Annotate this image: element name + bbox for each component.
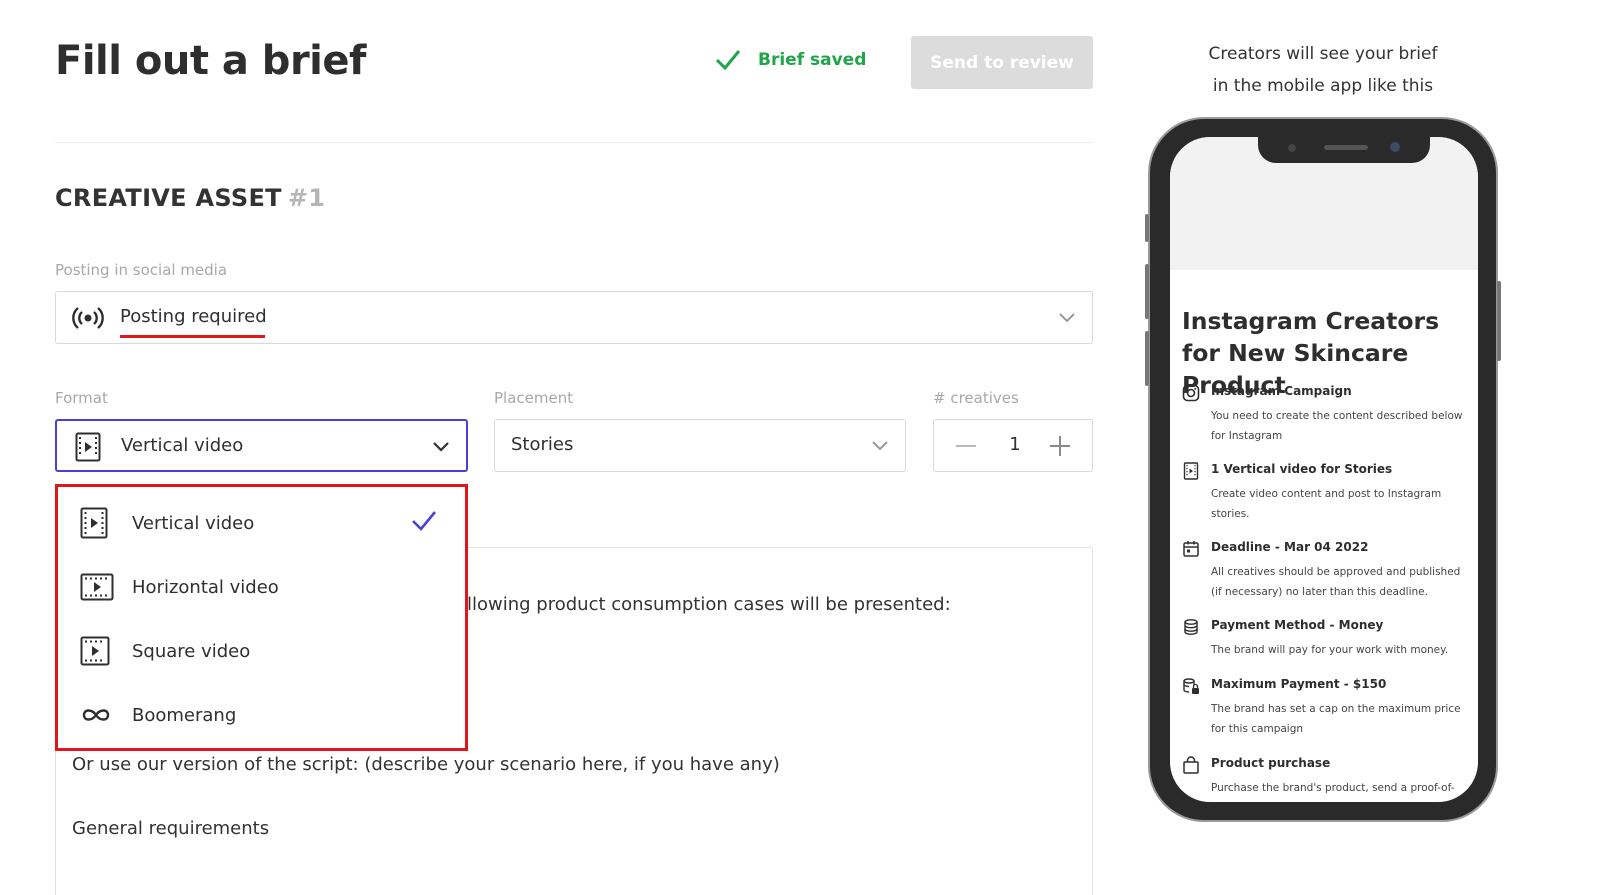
description-line: llowing product consumption cases will b… bbox=[467, 594, 951, 615]
infinity-icon bbox=[82, 709, 110, 721]
placement-label: Placement bbox=[494, 389, 574, 407]
info-title: Maximum Payment - $150 bbox=[1211, 677, 1387, 691]
phone-side-button bbox=[1145, 214, 1149, 242]
creatives-stepper: 1 bbox=[933, 419, 1093, 472]
calendar-icon bbox=[1183, 541, 1199, 557]
format-option-label: Vertical video bbox=[132, 512, 255, 534]
save-status-text: Brief saved bbox=[758, 50, 867, 70]
info-title: Payment Method - Money bbox=[1211, 618, 1384, 632]
placement-select[interactable]: Stories bbox=[494, 419, 906, 472]
format-option-label: Boomerang bbox=[132, 704, 237, 726]
section-title-text: CREATIVE ASSET bbox=[55, 184, 282, 212]
info-desc: Create video content and post to Instagr… bbox=[1211, 488, 1442, 520]
format-value: Vertical video bbox=[121, 435, 244, 456]
locked-coins-icon bbox=[1183, 678, 1199, 694]
phone-mockup: Instagram Creators for New Skincare Prod… bbox=[1145, 117, 1501, 822]
info-title: Instagram Campaign bbox=[1211, 384, 1352, 398]
placement-value: Stories bbox=[511, 434, 574, 455]
format-label: Format bbox=[55, 389, 108, 407]
info-desc: Purchase the brand's product, send a pro… bbox=[1211, 782, 1455, 794]
vertical-video-icon bbox=[80, 507, 108, 539]
phone-side-button bbox=[1497, 281, 1501, 361]
creatives-label: # creatives bbox=[933, 389, 1019, 407]
format-select[interactable]: Vertical video bbox=[55, 419, 468, 472]
vertical-video-icon bbox=[75, 432, 101, 462]
preview-caption: Creators will see your brief in the mobi… bbox=[1130, 38, 1516, 102]
chevron-down-icon bbox=[433, 442, 449, 452]
format-option-label: Square video bbox=[132, 640, 251, 662]
format-option-boomerang[interactable]: Boomerang bbox=[80, 695, 440, 735]
posting-value: Posting required bbox=[120, 306, 267, 327]
header-divider bbox=[55, 142, 1093, 143]
info-desc: The brand will pay for your work with mo… bbox=[1211, 644, 1449, 656]
posting-select[interactable]: Posting required bbox=[55, 291, 1093, 344]
save-status: Brief saved bbox=[714, 48, 866, 72]
vertical-video-icon bbox=[1183, 462, 1199, 480]
instagram-icon bbox=[1182, 384, 1200, 402]
description-line: Or use our version of the script: (descr… bbox=[72, 754, 780, 775]
preview-caption-line: in the mobile app like this bbox=[1212, 76, 1434, 96]
square-video-icon bbox=[80, 636, 110, 666]
info-desc: The brand has set a cap on the maximum p… bbox=[1211, 703, 1461, 735]
plus-icon[interactable] bbox=[1046, 433, 1074, 459]
coins-icon bbox=[1184, 619, 1198, 635]
preview-caption-line: Creators will see your brief bbox=[1208, 44, 1438, 64]
info-title: Deadline - Mar 04 2022 bbox=[1211, 540, 1369, 554]
shopping-bag-icon bbox=[1183, 756, 1199, 774]
format-option-horizontal-video[interactable]: Horizontal video bbox=[80, 567, 440, 607]
info-title: 1 Vertical video for Stories bbox=[1211, 462, 1393, 476]
minus-icon[interactable] bbox=[952, 434, 980, 458]
chevron-down-icon bbox=[872, 441, 888, 451]
info-desc: All creatives should be approved and pub… bbox=[1211, 566, 1461, 598]
phone-screen: Instagram Creators for New Skincare Prod… bbox=[1170, 137, 1478, 802]
phone-side-button bbox=[1145, 264, 1149, 319]
page-title: Fill out a brief bbox=[55, 38, 366, 84]
broadcast-icon bbox=[72, 307, 104, 329]
description-line: General requirements bbox=[72, 818, 270, 839]
section-number: #1 bbox=[287, 184, 326, 212]
creatives-count: 1 bbox=[1009, 434, 1021, 455]
checkmark-icon bbox=[715, 50, 741, 71]
posting-label: Posting in social media bbox=[55, 261, 228, 279]
format-dropdown-menu: Vertical video Horizontal video Square v… bbox=[55, 484, 468, 751]
section-title: CREATIVE ASSET #1 bbox=[55, 184, 325, 212]
phone-notch bbox=[1258, 137, 1430, 163]
send-to-review-button[interactable]: Send to review bbox=[911, 36, 1093, 89]
info-title: Product purchase bbox=[1211, 756, 1331, 770]
format-option-vertical-video[interactable]: Vertical video bbox=[80, 503, 440, 543]
horizontal-video-icon bbox=[80, 573, 114, 601]
format-option-square-video[interactable]: Square video bbox=[80, 631, 440, 671]
info-desc: You need to create the content described… bbox=[1211, 410, 1463, 442]
checkmark-icon bbox=[412, 511, 437, 531]
phone-side-button bbox=[1145, 331, 1149, 386]
format-option-label: Horizontal video bbox=[132, 576, 279, 598]
posting-highlight-underline bbox=[120, 335, 265, 338]
chevron-down-icon bbox=[1059, 313, 1075, 323]
